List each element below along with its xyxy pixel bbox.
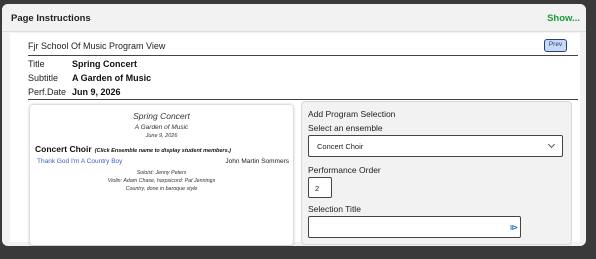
ensemble-select[interactable]: Concert Choir	[308, 135, 563, 157]
show-instructions-link[interactable]: Show...	[547, 13, 580, 24]
panel-header: Page Instructions Show...	[2, 4, 586, 32]
piece-note-line: Country, done in baroque style	[125, 186, 198, 192]
piece-title-link[interactable]: Thank God I'm A Country Boy	[37, 158, 122, 165]
ensemble-select-value: Concert Choir	[317, 142, 364, 151]
meta-key: Title	[28, 59, 45, 69]
selection-title-input[interactable]: ⧐	[308, 216, 521, 238]
piece-composer: John Martin Sommers	[225, 158, 289, 165]
autofill-icon[interactable]: ⧐	[510, 223, 518, 232]
meta-value: Spring Concert	[72, 59, 138, 69]
piece-notes: Soloist: Jenny Peters Violin: Adam Chase…	[30, 169, 293, 193]
ensemble-hint: (Click Ensemble name to display student …	[94, 148, 231, 154]
preview-ensemble: Concert Choir (Click Ensemble name to dis…	[35, 144, 231, 154]
ensemble-name-link[interactable]: Concert Choir	[35, 144, 92, 154]
program-preview-card: Spring Concert A Garden of Music June 9,…	[30, 105, 293, 245]
divider	[28, 55, 578, 56]
chevron-down-icon	[547, 140, 556, 149]
meta-key: Perf.Date	[28, 87, 67, 97]
preview-subtitle: A Garden of Music	[134, 124, 189, 131]
selection-title-label: Selection Title	[308, 204, 361, 214]
meta-row-perf-date: Perf.Date Jun 9, 2026	[28, 87, 121, 97]
meta-row-title: Title Spring Concert	[28, 59, 137, 69]
program-view-section: Fjr School Of Music Program View Prev Ti…	[10, 33, 580, 245]
meta-value: Jun 9, 2026	[72, 87, 121, 97]
meta-key: Subtitle	[28, 73, 59, 83]
divider	[28, 99, 578, 100]
performance-order-label: Performance Order	[308, 165, 381, 175]
piece-note-line: Soloist: Jenny Peters	[136, 170, 187, 176]
program-view-heading: Fjr School Of Music Program View	[28, 41, 166, 51]
preview-date: June 9, 2026	[145, 133, 178, 139]
add-program-selection-form: Add Program Selection Select an ensemble…	[301, 101, 572, 245]
panel-title: Page Instructions	[11, 13, 91, 24]
piece-note-line: Violin: Adam Chase, harpsicord: Pat Jenn…	[107, 178, 216, 184]
meta-row-subtitle: Subtitle A Garden of Music	[28, 73, 151, 83]
page-instructions-panel: Page Instructions Show... Fjr School Of …	[2, 4, 586, 246]
prev-button[interactable]: Prev	[544, 39, 567, 52]
performance-order-input[interactable]: 2	[308, 177, 332, 198]
meta-value: A Garden of Music	[72, 73, 152, 83]
preview-title: Spring Concert	[133, 111, 190, 121]
ensemble-select-label: Select an ensemble	[308, 123, 383, 133]
form-heading: Add Program Selection	[308, 109, 396, 119]
